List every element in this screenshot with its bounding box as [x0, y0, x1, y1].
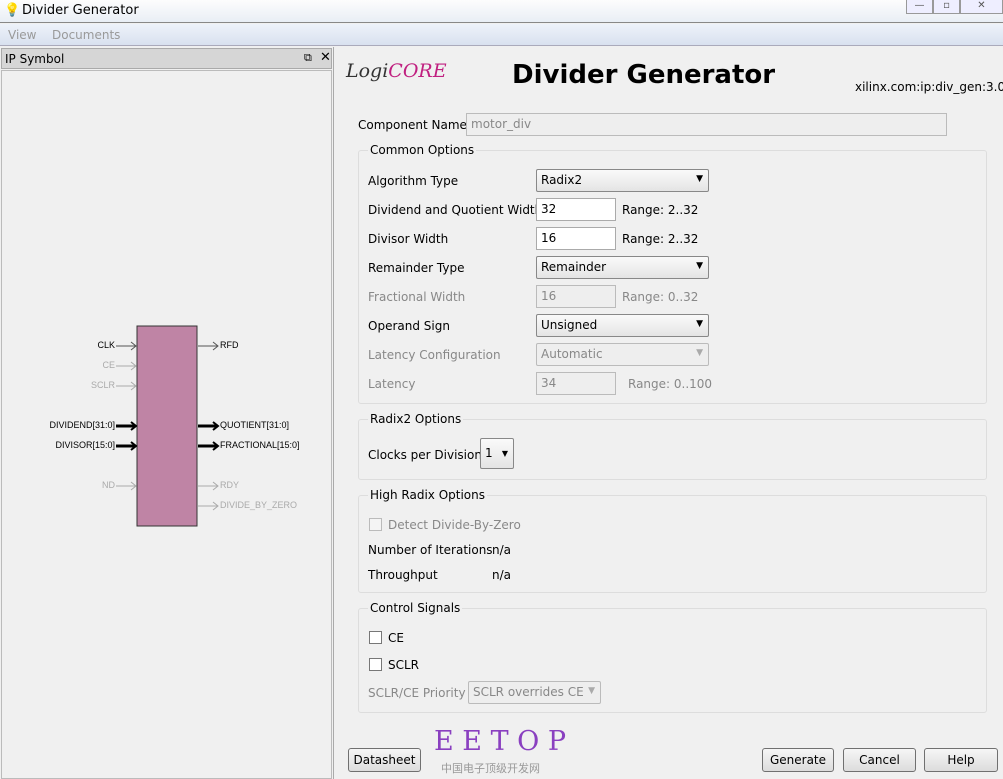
- latency-config-value: Automatic: [541, 347, 603, 361]
- remainder-type-label: Remainder Type: [368, 261, 465, 275]
- algorithm-type-select[interactable]: Radix2 ▼: [536, 169, 709, 192]
- watermark: E E T O P: [434, 726, 567, 757]
- page-title: Divider Generator: [512, 60, 776, 90]
- sclr-checkbox[interactable]: [369, 658, 382, 671]
- output-pin-label: RDY: [220, 480, 240, 490]
- iterations-value: n/a: [492, 543, 512, 557]
- ce-label: CE: [388, 631, 404, 645]
- component-name-label: Component Name: [358, 118, 467, 132]
- latency-config-select[interactable]: Automatic ▼: [536, 343, 709, 366]
- chevron-down-icon: ▼: [501, 449, 508, 458]
- input-pin-label: DIVISOR[15:0]: [55, 440, 115, 450]
- ip-vlnv: xilinx.com:ip:div_gen:3.0: [855, 80, 1003, 94]
- input-pin-label: ND: [102, 480, 115, 490]
- maximize-button[interactable]: ▫: [933, 0, 960, 14]
- dq-width-range: Range: 2..32: [622, 203, 699, 217]
- clocks-per-division-select[interactable]: 1 ▼: [480, 438, 514, 469]
- priority-label: SCLR/CE Priority: [368, 686, 466, 700]
- divisor-width-range: Range: 2..32: [622, 232, 699, 246]
- cancel-button[interactable]: Cancel: [843, 748, 916, 772]
- sclr-label: SCLR: [388, 658, 420, 672]
- datasheet-button[interactable]: Datasheet: [348, 748, 421, 772]
- algorithm-value: Radix2: [541, 173, 583, 187]
- operand-sign-label: Operand Sign: [368, 319, 450, 333]
- dq-width-input[interactable]: 32: [536, 198, 616, 221]
- priority-value: SCLR overrides CE: [473, 685, 584, 699]
- chevron-down-icon: ▼: [696, 261, 703, 271]
- watermark-subtitle: 中国电子顶级开发网: [441, 762, 540, 775]
- minimize-button[interactable]: —: [906, 0, 933, 14]
- operand-sign-select[interactable]: Unsigned ▼: [536, 314, 709, 337]
- operand-sign-value: Unsigned: [541, 318, 598, 332]
- detect-divide-by-zero-checkbox[interactable]: [369, 518, 382, 531]
- close-window-button[interactable]: ✕: [960, 0, 1003, 14]
- latency-label: Latency: [368, 377, 416, 391]
- divisor-width-label: Divisor Width: [368, 232, 449, 246]
- output-pin-label: DIVIDE_BY_ZERO: [220, 500, 298, 510]
- component-name-input[interactable]: motor_div: [466, 113, 947, 136]
- fractional-width-range: Range: 0..32: [622, 290, 699, 304]
- output-pin-label: RFD: [220, 340, 239, 350]
- chevron-down-icon: ▼: [696, 174, 703, 184]
- remainder-value: Remainder: [541, 260, 607, 274]
- control-signals-title: Control Signals: [368, 601, 463, 615]
- input-pin-label: CE: [102, 360, 115, 370]
- detect-divide-by-zero-label: Detect Divide-By-Zero: [388, 518, 521, 532]
- throughput-value: n/a: [492, 568, 512, 582]
- output-pin-label: FRACTIONAL[15:0]: [220, 440, 300, 450]
- latency-range: Range: 0..100: [628, 377, 713, 391]
- common-options-title: Common Options: [368, 143, 477, 157]
- radix2-options-title: Radix2 Options: [368, 412, 464, 426]
- latency-input[interactable]: 34: [536, 372, 616, 395]
- divisor-width-input[interactable]: 16: [536, 227, 616, 250]
- dq-width-label: Dividend and Quotient Width: [368, 203, 543, 217]
- chevron-down-icon: ▼: [696, 319, 703, 329]
- help-button[interactable]: Help: [924, 748, 998, 772]
- high-radix-options-title: High Radix Options: [368, 488, 487, 502]
- ip-block: [136, 325, 198, 527]
- algorithm-type-label: Algorithm Type: [368, 174, 459, 188]
- fractional-width-label: Fractional Width: [368, 290, 466, 304]
- remainder-type-select[interactable]: Remainder ▼: [536, 256, 709, 279]
- generate-button[interactable]: Generate: [762, 748, 834, 772]
- iterations-label: Number of Iterations: [368, 543, 493, 557]
- throughput-label: Throughput: [368, 568, 438, 582]
- ip-symbol-diagram: [116, 325, 220, 527]
- input-pin-label: DIVIDEND[31:0]: [49, 420, 115, 430]
- clocks-per-division-label: Clocks per Division: [368, 448, 482, 462]
- input-pin-label: SCLR: [90, 380, 115, 390]
- input-pin-label: CLK: [97, 340, 115, 350]
- output-pin-label: QUOTIENT[31:0]: [220, 420, 290, 430]
- priority-select[interactable]: SCLR overrides CE ▼: [468, 681, 601, 704]
- clocks-value: 1: [485, 446, 493, 460]
- fractional-width-input[interactable]: 16: [536, 285, 616, 308]
- chevron-down-icon: ▼: [696, 348, 703, 358]
- chevron-down-icon: ▼: [588, 686, 595, 696]
- logicore-logo: LogiCORE: [346, 60, 447, 82]
- ce-checkbox[interactable]: [369, 631, 382, 644]
- latency-config-label: Latency Configuration: [368, 348, 501, 362]
